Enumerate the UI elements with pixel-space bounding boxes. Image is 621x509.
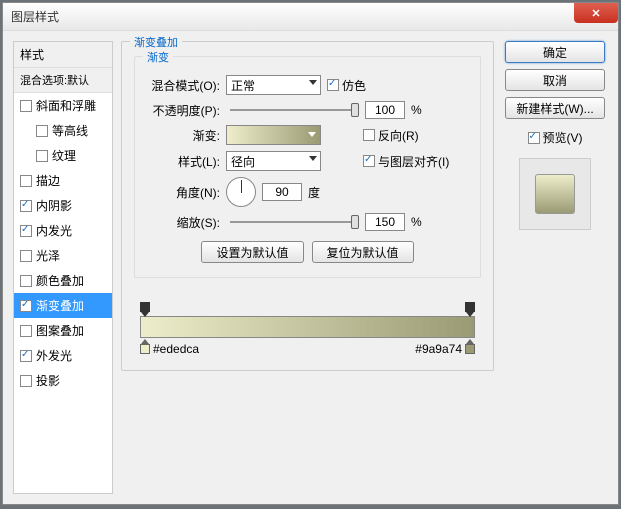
layer-style-dialog: 图层样式 ✕ 样式 混合选项:默认 斜面和浮雕等高线纹理描边内阴影内发光光泽颜色… [2,2,619,505]
opacity-stop-left[interactable] [140,302,150,312]
style-label: 内阴影 [36,197,72,214]
opacity-label: 不透明度(P): [145,102,220,119]
styles-list: 样式 混合选项:默认 斜面和浮雕等高线纹理描边内阴影内发光光泽颜色叠加渐变叠加图… [13,41,113,494]
align-checkbox[interactable]: ✓与图层对齐(I) [363,153,449,170]
style-checkbox[interactable] [20,100,32,112]
style-label: 样式(L): [145,153,220,170]
style-checkbox[interactable] [20,250,32,262]
styles-header: 样式 [14,42,112,68]
scale-label: 缩放(S): [145,214,220,231]
blend-mode-label: 混合模式(O): [145,77,220,94]
style-label: 图案叠加 [36,322,84,339]
style-label: 颜色叠加 [36,272,84,289]
style-checkbox[interactable] [20,175,32,187]
style-item-1[interactable]: 等高线 [14,118,112,143]
style-item-4[interactable]: 内阴影 [14,193,112,218]
style-item-10[interactable]: 外发光 [14,343,112,368]
style-item-5[interactable]: 内发光 [14,218,112,243]
chevron-down-icon [309,156,317,161]
close-button[interactable]: ✕ [574,3,618,23]
style-checkbox[interactable] [36,125,48,137]
set-default-button[interactable]: 设置为默认值 [201,241,303,263]
ok-button[interactable]: 确定 [505,41,605,63]
style-item-6[interactable]: 光泽 [14,243,112,268]
inner-title: 渐变 [143,49,173,65]
style-item-7[interactable]: 颜色叠加 [14,268,112,293]
style-label: 投影 [36,372,60,389]
style-label: 内发光 [36,222,72,239]
style-checkbox[interactable] [20,275,32,287]
color-stop-left-value: #ededca [153,342,199,356]
preview-swatch [535,174,575,214]
style-item-2[interactable]: 纹理 [14,143,112,168]
angle-dial[interactable] [226,177,256,207]
gradient-picker[interactable] [226,125,321,145]
window-title: 图层样式 [11,8,59,25]
reverse-checkbox[interactable]: 反向(R) [363,127,419,144]
style-item-8[interactable]: 渐变叠加 [14,293,112,318]
style-label: 斜面和浮雕 [36,97,96,114]
scale-input[interactable] [365,213,405,231]
style-checkbox[interactable] [20,200,32,212]
style-label: 渐变叠加 [36,297,84,314]
group-title: 渐变叠加 [130,34,182,50]
cancel-button[interactable]: 取消 [505,69,605,91]
style-checkbox[interactable] [20,300,32,312]
dialog-buttons: 确定 取消 新建样式(W)... ✓预览(V) [502,41,608,494]
chevron-down-icon [308,132,316,137]
style-label: 纹理 [52,147,76,164]
settings-panel: 渐变叠加 渐变 混合模式(O): 正常 ✓仿色 不透明度(P): [121,41,494,494]
new-style-button[interactable]: 新建样式(W)... [505,97,605,119]
gradient-label: 渐变: [145,127,220,144]
titlebar[interactable]: 图层样式 ✕ [3,3,618,31]
opacity-stop-right[interactable] [465,302,475,312]
style-checkbox[interactable] [20,350,32,362]
style-dropdown[interactable]: 径向 [226,151,321,171]
preview-box [519,158,591,230]
opacity-input[interactable] [365,101,405,119]
dither-checkbox[interactable]: ✓仿色 [327,77,366,94]
style-checkbox[interactable] [36,150,48,162]
scale-slider[interactable] [230,221,355,223]
gradient-bar[interactable] [140,316,475,338]
style-item-11[interactable]: 投影 [14,368,112,393]
blend-options-row[interactable]: 混合选项:默认 [14,68,112,93]
close-icon: ✕ [591,7,600,20]
style-label: 外发光 [36,347,72,364]
preview-checkbox[interactable]: ✓预览(V) [528,129,583,146]
opacity-slider[interactable] [230,109,355,111]
color-stop-left[interactable] [140,344,150,354]
color-stop-right[interactable] [465,344,475,354]
style-item-3[interactable]: 描边 [14,168,112,193]
style-checkbox[interactable] [20,325,32,337]
angle-input[interactable] [262,183,302,201]
style-label: 光泽 [36,247,60,264]
style-label: 等高线 [52,122,88,139]
gradient-editor: #ededca #9a9a74 [134,302,481,356]
style-item-0[interactable]: 斜面和浮雕 [14,93,112,118]
reset-default-button[interactable]: 复位为默认值 [312,241,414,263]
style-item-9[interactable]: 图案叠加 [14,318,112,343]
chevron-down-icon [309,80,317,85]
style-checkbox[interactable] [20,225,32,237]
blend-mode-dropdown[interactable]: 正常 [226,75,321,95]
style-checkbox[interactable] [20,375,32,387]
angle-label: 角度(N): [145,184,220,201]
style-label: 描边 [36,172,60,189]
color-stop-right-value: #9a9a74 [415,342,462,356]
